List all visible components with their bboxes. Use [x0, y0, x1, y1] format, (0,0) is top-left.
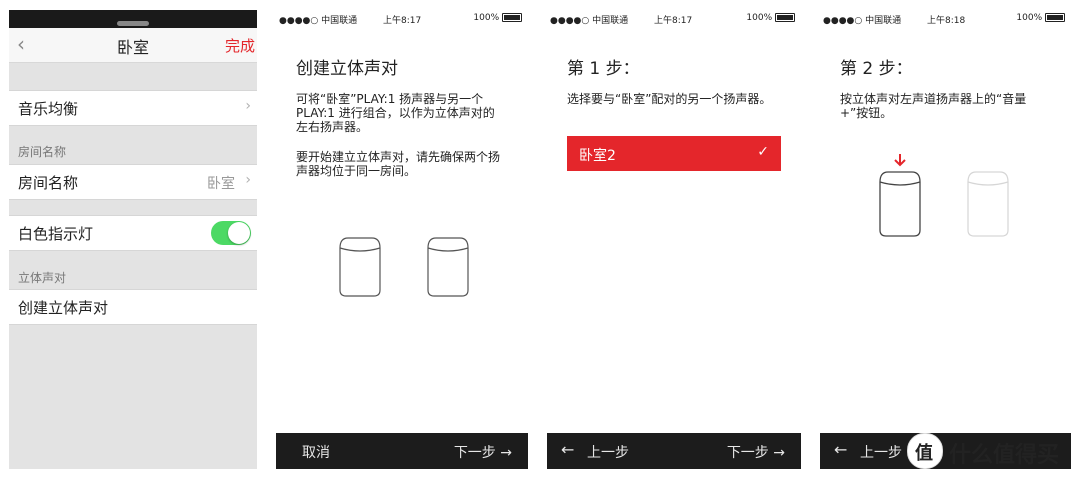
music-eq-label: 音乐均衡 [18, 100, 79, 118]
room-settings-panel: ‹ 卧室 完成 音乐均衡 › 房间名称 房间名称 卧室 › 白色指示灯 立体声对… [9, 10, 257, 469]
battery-indicator: 100% [1016, 13, 1065, 23]
create-stereo-panel: ●●●●○ 中国联通 上午8:17 100% 创建立体声对 可将“卧室”PLAY… [276, 10, 528, 469]
speaker-icon [427, 237, 469, 297]
step-heading: 第 2 步： [840, 59, 913, 79]
next-button[interactable]: 下一步 → [454, 442, 512, 462]
status-bar [9, 10, 257, 28]
page-title: 卧室 [116, 38, 149, 57]
prev-button[interactable]: 上一步 [587, 442, 629, 462]
next-button[interactable]: 下一步 → [727, 442, 785, 462]
footer-bar: ← 上一步 下一步 → [547, 433, 801, 469]
battery-icon [1045, 13, 1065, 22]
time-label: 上午8:18 [927, 16, 966, 26]
room-name-row[interactable]: 房间名称 卧室 › [9, 164, 257, 200]
watermark: 值 什么值得买 [907, 433, 1080, 469]
speaker-icon [967, 171, 1009, 237]
white-light-label: 白色指示灯 [18, 225, 94, 243]
music-eq-row[interactable]: 音乐均衡 › [9, 90, 257, 126]
watermark-logo: 值 [907, 433, 943, 469]
speaker-icon [339, 237, 381, 297]
step-instruction: 按立体声对左声道扬声器上的“音量+”按钮。 [840, 92, 1027, 120]
speaker-icon [879, 171, 921, 237]
battery-label: 100% [1016, 13, 1043, 23]
arrow-left-icon: ← [561, 440, 575, 459]
speakers-illustration [339, 237, 469, 297]
battery-label: 100% [746, 13, 773, 23]
white-light-toggle[interactable] [211, 221, 251, 245]
carrier-label: ●●●●○ 中国联通 [823, 16, 902, 26]
chevron-right-icon: › [245, 172, 251, 188]
white-light-row: 白色指示灯 [9, 215, 257, 251]
toggle-knob [228, 222, 250, 244]
battery-icon [502, 13, 522, 22]
step-heading: 第 1 步： [567, 59, 640, 79]
speaker-option-selected[interactable]: 卧室2 ✓ [567, 136, 781, 171]
status-bar: ●●●●○ 中国联通 上午8:17 100% [547, 10, 801, 28]
speaker-option-label: 卧室2 [579, 148, 616, 164]
carrier-label: ●●●●○ 中国联通 [550, 16, 629, 26]
create-stereo-row[interactable]: 创建立体声对 [9, 289, 257, 325]
create-stereo-label: 创建立体声对 [18, 299, 109, 317]
arrow-left-icon: ← [834, 440, 848, 459]
grabber [117, 21, 149, 26]
step1-panel: ●●●●○ 中国联通 上午8:17 100% 第 1 步： 选择要与“卧室”配对… [547, 10, 801, 469]
done-button[interactable]: 完成 [225, 35, 255, 56]
status-bar: ●●●●○ 中国联通 上午8:18 100% [820, 10, 1071, 28]
arrow-down-icon [894, 154, 906, 167]
logo-glyph: 值 [915, 443, 933, 464]
description-text: 可将“卧室”PLAY:1 扬声器与另一个PLAY:1 进行组合，以作为立体声对的… [296, 92, 495, 134]
room-name-label: 房间名称 [18, 174, 79, 192]
nav-bar: ‹ 卧室 完成 [9, 28, 257, 63]
battery-icon [775, 13, 795, 22]
time-label: 上午8:17 [383, 16, 422, 26]
footer-bar: 取消 下一步 → [276, 433, 528, 469]
battery-indicator: 100% [746, 13, 795, 23]
status-bar: ●●●●○ 中国联通 上午8:17 100% [276, 10, 528, 28]
speakers-illustration [879, 154, 1009, 237]
room-name-value: 卧室 [207, 176, 235, 192]
chevron-left-icon[interactable]: ‹ [11, 32, 31, 56]
cancel-button[interactable]: 取消 [302, 442, 330, 462]
battery-indicator: 100% [473, 13, 522, 23]
page-heading: 创建立体声对 [296, 59, 398, 79]
section-stereo-pair: 立体声对 [18, 271, 67, 285]
section-room-name: 房间名称 [18, 145, 67, 159]
chevron-right-icon: › [245, 98, 251, 114]
battery-label: 100% [473, 13, 500, 23]
time-label: 上午8:17 [654, 16, 693, 26]
watermark-text: 什么值得买 [949, 443, 1060, 468]
step-instruction: 选择要与“卧室”配对的另一个扬声器。 [567, 92, 772, 106]
step2-panel: ●●●●○ 中国联通 上午8:18 100% 第 2 步： 按立体声对左声道扬声… [820, 10, 1071, 469]
carrier-label: ●●●●○ 中国联通 [279, 16, 358, 26]
checkmark-icon: ✓ [757, 144, 769, 160]
instruction-text: 要开始建立立体声对，请先确保两个扬声器均位于同一房间。 [296, 150, 501, 178]
prev-button[interactable]: 上一步 [860, 442, 902, 462]
